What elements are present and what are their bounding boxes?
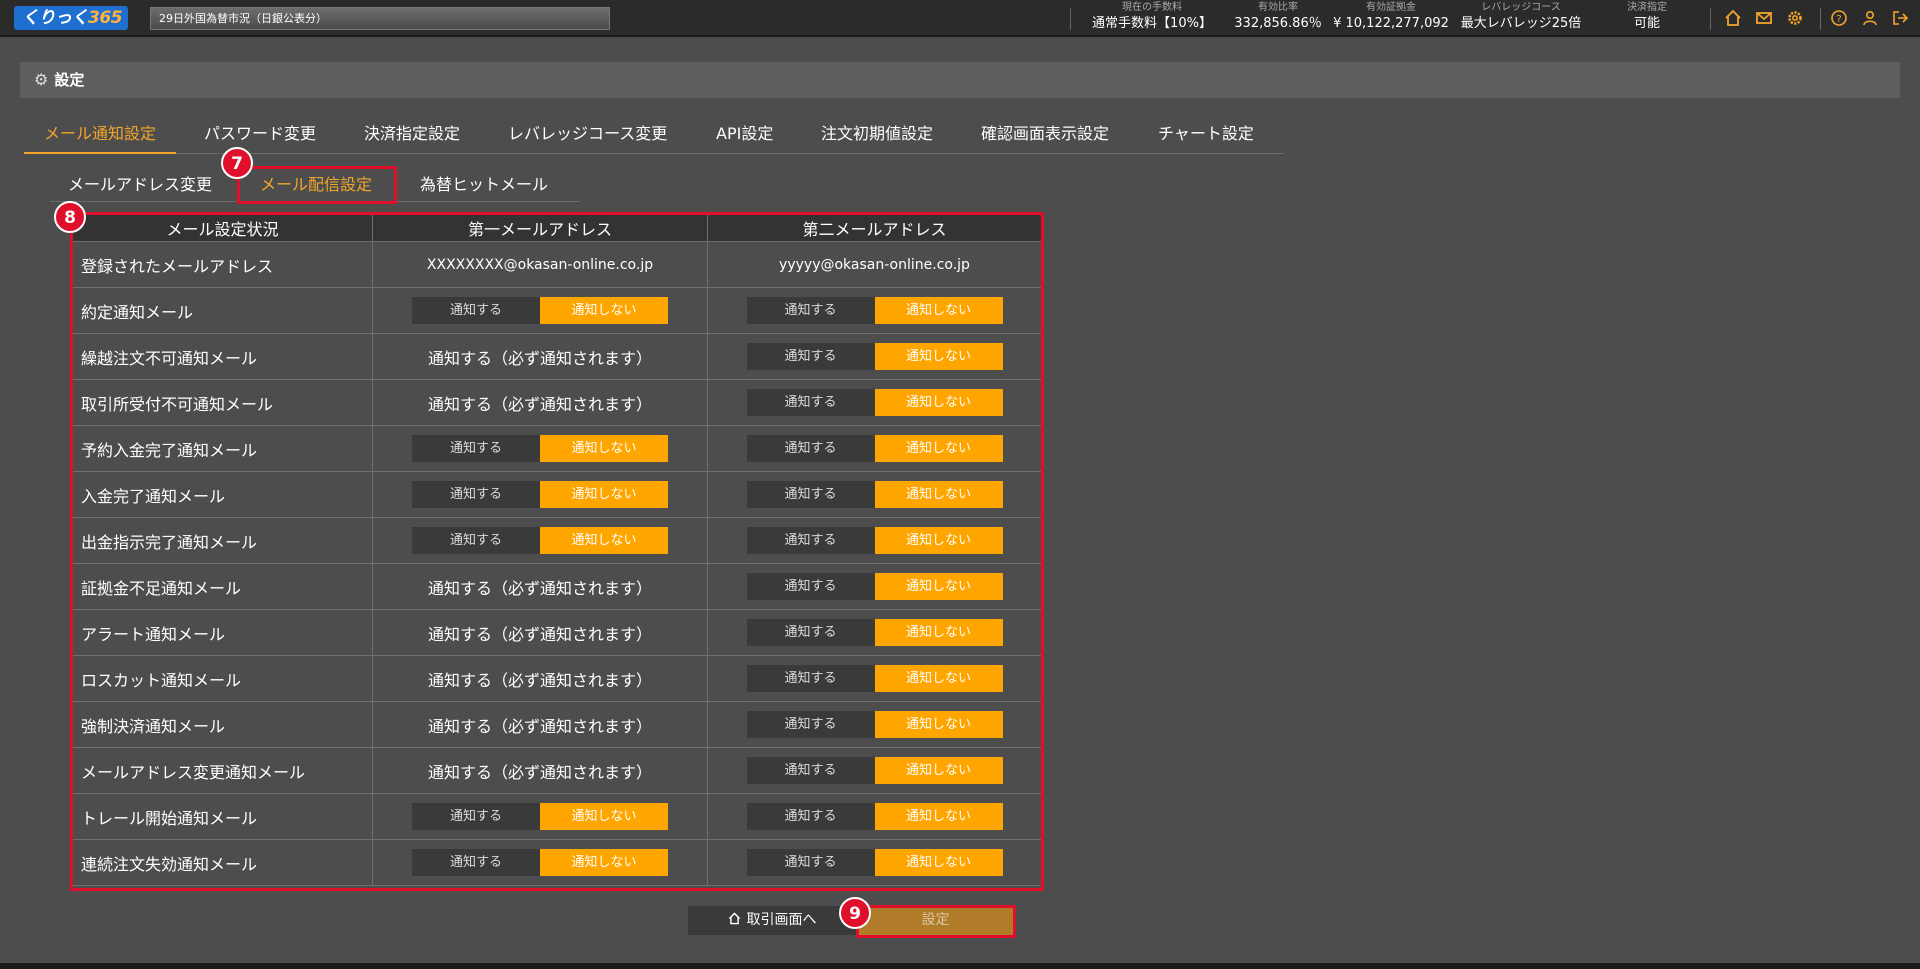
tab-settlement[interactable]: 決済指定設定 bbox=[364, 118, 460, 154]
market-ticker[interactable]: 29日外国為替市況（日銀公表分） bbox=[150, 7, 610, 30]
stat-label: 有効証拠金 bbox=[1366, 2, 1416, 13]
gear-icon[interactable] bbox=[1784, 7, 1806, 29]
user-icon[interactable] bbox=[1859, 7, 1881, 29]
tab-leverage-course[interactable]: レバレッジコース変更 bbox=[508, 118, 667, 154]
tab-mail-notification[interactable]: メール通知設定 bbox=[24, 118, 176, 154]
logo-text: くりっく bbox=[22, 8, 89, 28]
mail-icon[interactable] bbox=[1753, 7, 1775, 29]
annotation-box-9 bbox=[856, 905, 1016, 938]
gear-icon: ⚙ bbox=[34, 70, 49, 89]
back-button-label: 取引画面へ bbox=[746, 912, 817, 928]
help-icon[interactable]: ? bbox=[1828, 7, 1850, 29]
logo-number: 365 bbox=[88, 8, 123, 28]
tab-api[interactable]: API設定 bbox=[716, 118, 773, 154]
stat-label: 決済指定 bbox=[1627, 2, 1667, 13]
top-bar: くりっく365 29日外国為替市況（日銀公表分） 現在の手数料 通常手数料【10… bbox=[0, 0, 1920, 37]
stat-value: 最大レバレッジ25倍 bbox=[1460, 16, 1582, 31]
annotation-box-7 bbox=[237, 166, 397, 204]
svg-text:?: ? bbox=[1836, 14, 1841, 25]
home-icon[interactable] bbox=[1722, 7, 1744, 29]
back-to-trading-button[interactable]: 取引画面へ bbox=[688, 906, 856, 935]
page-title: 設定 bbox=[54, 71, 85, 89]
tab-chart[interactable]: チャート設定 bbox=[1158, 118, 1254, 154]
stat-commission: 現在の手数料 通常手数料【10%】 bbox=[1078, 2, 1226, 34]
annotation-box-8 bbox=[70, 212, 1044, 891]
stat-value: ¥ 10,122,277,092 bbox=[1333, 16, 1449, 31]
home-icon bbox=[728, 912, 747, 928]
settings-header: ⚙ 設定 bbox=[20, 62, 1900, 98]
tab-password[interactable]: パスワード変更 bbox=[204, 118, 316, 154]
annotation-badge-9: 9 bbox=[839, 897, 871, 929]
stat-label: 現在の手数料 bbox=[1122, 2, 1182, 13]
main-tabs: メール通知設定 パスワード変更 決済指定設定 レバレッジコース変更 API設定 … bbox=[24, 118, 1284, 154]
stat-value: 332,856.86％ bbox=[1234, 16, 1322, 31]
stat-leverage: レバレッジコース 最大レバレッジ25倍 bbox=[1452, 2, 1590, 34]
logo[interactable]: くりっく365 bbox=[14, 6, 128, 30]
annotation-badge-8: 8 bbox=[54, 201, 86, 233]
logout-icon[interactable] bbox=[1889, 7, 1911, 29]
stat-value: 通常手数料【10%】 bbox=[1092, 16, 1212, 31]
tab-confirm-screen[interactable]: 確認画面表示設定 bbox=[981, 118, 1109, 154]
divider bbox=[1820, 8, 1821, 30]
stat-value: 可能 bbox=[1633, 16, 1660, 31]
tab-order-defaults[interactable]: 注文初期値設定 bbox=[821, 118, 933, 154]
subtab-email-change[interactable]: メールアドレス変更 bbox=[68, 168, 212, 202]
annotation-badge-7: 7 bbox=[221, 147, 253, 179]
stat-ratio: 有効比率 332,856.86％ bbox=[1226, 2, 1330, 34]
divider bbox=[1070, 8, 1071, 30]
stat-margin: 有効証拠金 ¥ 10,122,277,092 bbox=[1330, 2, 1452, 34]
divider bbox=[1710, 8, 1711, 30]
stat-settlement: 決済指定 可能 bbox=[1605, 2, 1689, 34]
stat-label: レバレッジコース bbox=[1481, 2, 1561, 13]
footer-bar bbox=[0, 963, 1920, 969]
stat-label: 有効比率 bbox=[1258, 2, 1298, 13]
subtab-fx-hit-mail[interactable]: 為替ヒットメール bbox=[420, 168, 548, 202]
